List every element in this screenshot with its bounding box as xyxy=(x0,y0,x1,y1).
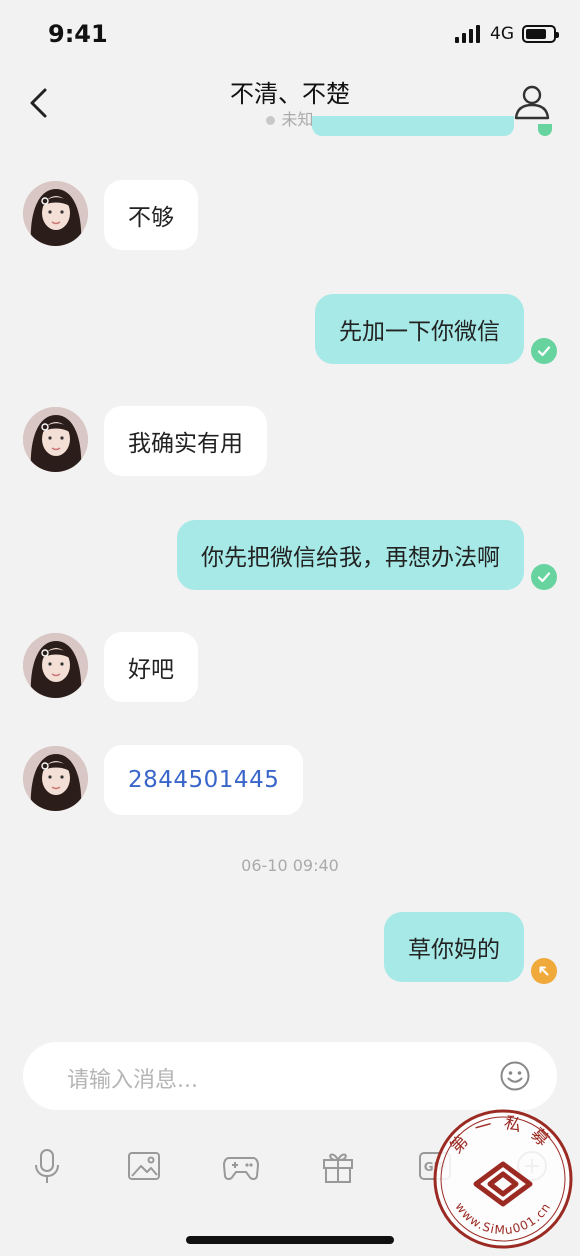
message-input[interactable]: 请输入消息... xyxy=(23,1042,557,1110)
status-dot xyxy=(266,116,276,125)
emoji-button[interactable] xyxy=(499,1060,531,1092)
avatar[interactable] xyxy=(23,746,88,811)
message-timestamp: 06-10 09:40 xyxy=(241,856,339,875)
avatar[interactable] xyxy=(23,181,88,246)
contact-name: 不清、不楚 xyxy=(230,80,350,108)
watermark-stamp: 第一私募 www.SiMu001.cn xyxy=(432,1108,574,1250)
seal-icon: 第一私募 www.SiMu001.cn xyxy=(433,1109,573,1249)
message-bubble-outgoing[interactable]: 先加一下你微信 xyxy=(315,294,524,364)
network-type: 4G xyxy=(490,24,514,44)
image-icon xyxy=(128,1152,160,1180)
message-row-incoming: 2844501445 xyxy=(0,745,580,815)
user-icon xyxy=(514,85,550,120)
message-bubble-outgoing[interactable]: 草你妈的 xyxy=(384,912,524,982)
message-bubble-outgoing[interactable]: 你先把微信给我，再想办法啊 xyxy=(177,520,524,590)
message-row-incoming: 不够 xyxy=(0,180,580,250)
failed-status-icon[interactable] xyxy=(531,958,557,984)
home-indicator xyxy=(186,1236,394,1244)
message-bubble-incoming[interactable]: 不够 xyxy=(104,180,198,250)
avatar-photo xyxy=(23,633,88,698)
message-bubble-incoming[interactable]: 好吧 xyxy=(104,632,198,702)
signal-icon xyxy=(455,25,480,43)
battery-icon xyxy=(522,25,559,43)
voice-button[interactable] xyxy=(27,1146,67,1186)
image-button[interactable] xyxy=(124,1146,164,1186)
message-bubble-link[interactable]: 2844501445 xyxy=(104,745,304,815)
avatar[interactable] xyxy=(23,407,88,472)
message-row-outgoing: 先加一下你微信 xyxy=(0,294,580,364)
message-bubble-incoming[interactable]: 我确实有用 xyxy=(104,406,267,476)
gamepad-icon xyxy=(223,1157,259,1180)
status-time: 9:41 xyxy=(48,20,108,48)
avatar[interactable] xyxy=(23,633,88,698)
read-check-icon xyxy=(531,338,557,364)
smiley-icon xyxy=(500,1061,530,1091)
message-row-incoming: 我确实有用 xyxy=(0,406,580,476)
gift-button[interactable] xyxy=(318,1146,358,1186)
read-check-icon xyxy=(531,564,557,590)
game-button[interactable] xyxy=(221,1146,261,1186)
previous-message-edge xyxy=(312,116,514,136)
status-bar: 9:41 4G xyxy=(0,0,580,70)
avatar-photo xyxy=(23,407,88,472)
status-indicators: 4G xyxy=(455,24,559,44)
message-row-outgoing: 你先把微信给我，再想办法啊 xyxy=(0,520,580,590)
avatar-photo xyxy=(23,746,88,811)
contact-status-text: 未知 xyxy=(281,110,314,129)
microphone-icon xyxy=(35,1149,59,1183)
avatar-photo xyxy=(23,181,88,246)
message-row-outgoing: 草你妈的 xyxy=(0,912,580,984)
message-input-placeholder: 请输入消息... xyxy=(67,1068,198,1093)
gift-icon xyxy=(323,1153,353,1183)
profile-button[interactable] xyxy=(512,82,552,122)
message-row-incoming: 好吧 xyxy=(0,632,580,702)
